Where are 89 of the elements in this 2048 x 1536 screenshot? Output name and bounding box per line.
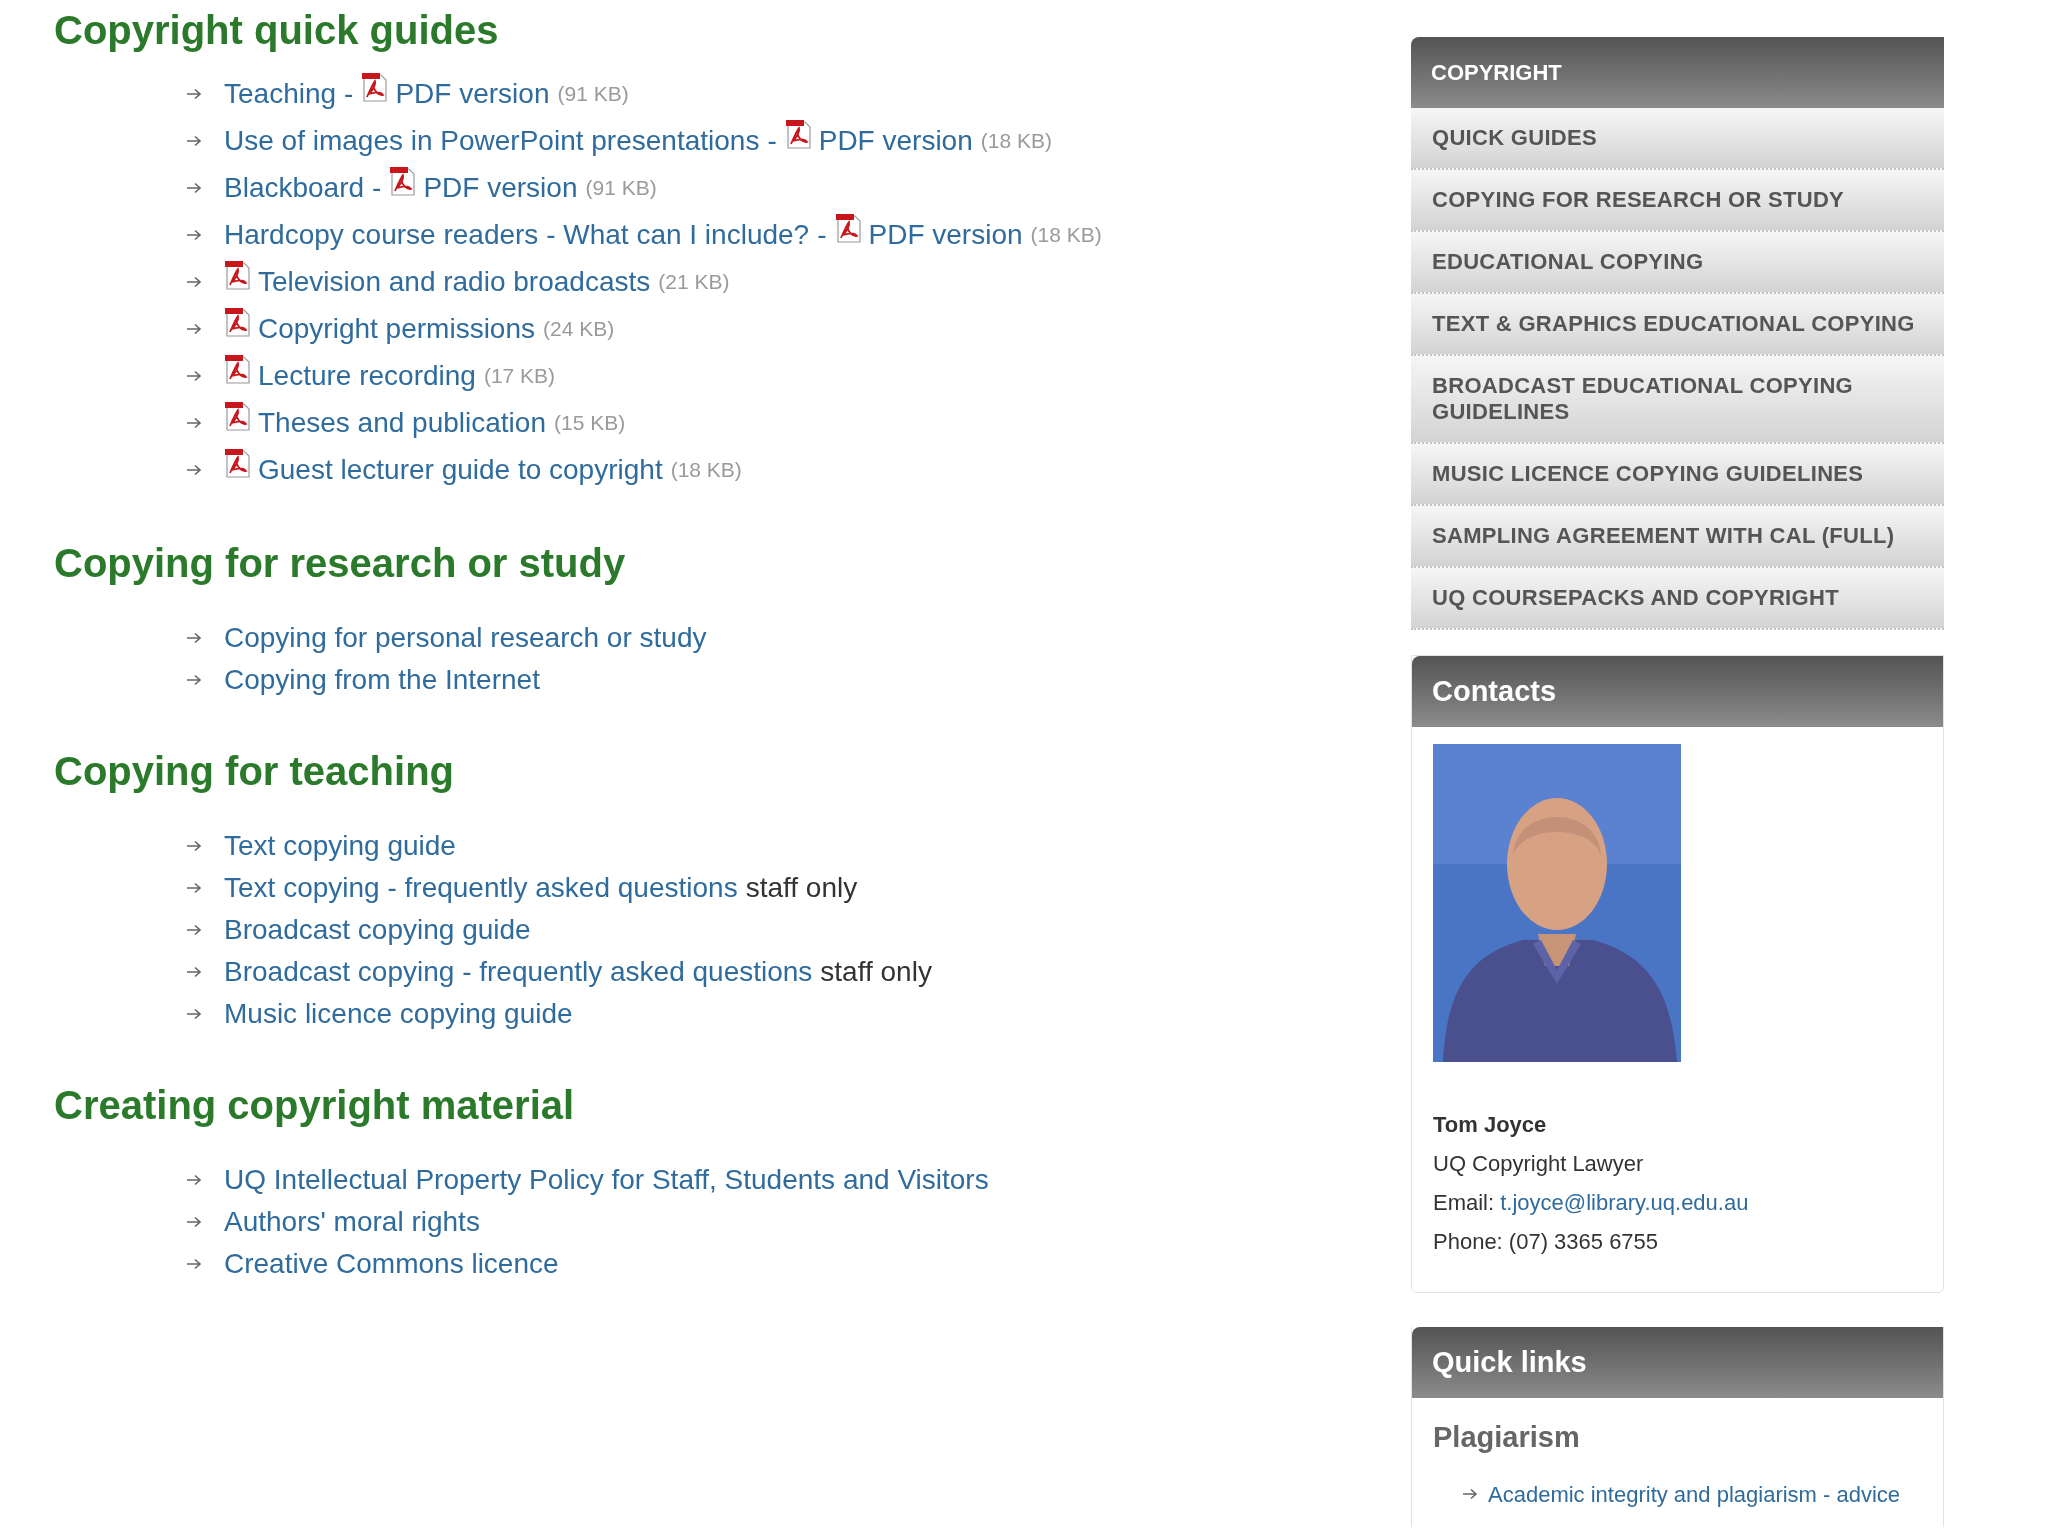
email-line: Email: t.joyce@library.uq.edu.au <box>1433 1189 1750 1217</box>
link[interactable]: PDF version <box>395 72 550 115</box>
link[interactable]: Academic integrity and plagiarism - advice <box>1488 1477 1901 1511</box>
file-size: (18 KB) <box>980 127 1052 154</box>
nav-item[interactable]: COPYING FOR RESEARCH OR STUDY <box>1411 170 1944 232</box>
nav-item[interactable]: SAMPLING AGREEMENT WITH CAL (FULL) <box>1411 506 1944 568</box>
file-size: (17 KB) <box>483 362 556 389</box>
pdf-icon <box>834 213 863 243</box>
arrow-icon <box>186 966 202 978</box>
pdf-icon <box>784 119 813 149</box>
section-heading: Copying for research or study <box>54 540 627 587</box>
pdf-icon <box>224 307 252 337</box>
link[interactable]: Music licence copying guide <box>224 993 573 1035</box>
arrow-icon <box>186 87 202 100</box>
link[interactable]: Guest lecturer guide to copyright <box>258 448 663 491</box>
separator-text: - <box>767 123 777 158</box>
pdf-icon <box>224 354 252 384</box>
section-heading: Copying for teaching <box>54 748 455 795</box>
panel-title: Quick links <box>1412 1327 1943 1398</box>
nav-item[interactable]: UQ COURSEPACKS AND COPYRIGHT <box>1411 568 1944 630</box>
link[interactable]: Blackboard <box>224 166 365 209</box>
link[interactable]: Copying for personal research or study <box>224 617 707 659</box>
link[interactable]: PDF version <box>818 119 973 162</box>
link[interactable]: Copyright permissions <box>258 307 535 350</box>
arrow-icon <box>186 1008 202 1020</box>
email-link[interactable]: t.joyce@library.uq.edu.au <box>1500 1190 1749 1215</box>
arrow-icon <box>186 1216 202 1228</box>
link[interactable]: Lecture recording <box>258 354 476 397</box>
pdf-icon <box>224 401 252 431</box>
link[interactable]: PDF version <box>423 166 578 209</box>
section-heading: Creating copyright material <box>54 1082 576 1129</box>
link[interactable]: Text copying - frequently asked questions <box>224 867 738 909</box>
arrow-icon <box>186 1174 202 1186</box>
nav-item[interactable]: MUSIC LICENCE COPYING GUIDELINES <box>1411 444 1944 506</box>
file-size: (91 KB) <box>585 174 657 201</box>
note-text: staff only <box>820 955 932 989</box>
nav-item[interactable]: BROADCAST EDUCATIONAL COPYING GUIDELINES <box>1411 356 1944 444</box>
arrow-icon <box>186 322 202 335</box>
arrow-icon <box>186 1258 202 1270</box>
pdf-icon <box>361 72 390 102</box>
arrow-icon <box>186 674 202 686</box>
nav-item[interactable]: QUICK GUIDES <box>1411 108 1944 170</box>
link[interactable]: Hardcopy course readers - What can I include? <box>224 213 810 256</box>
file-size: (18 KB) <box>1030 221 1102 248</box>
arrow-icon <box>186 840 202 852</box>
panel-title: Contacts <box>1412 656 1943 727</box>
arrow-icon <box>1462 1488 1478 1500</box>
link[interactable]: Authors' moral rights <box>224 1201 480 1243</box>
file-size: (24 KB) <box>543 315 615 342</box>
file-size: (91 KB) <box>557 80 629 107</box>
pdf-icon <box>224 448 252 478</box>
arrow-icon <box>186 181 202 194</box>
pdf-icon <box>224 260 252 290</box>
file-size: (21 KB) <box>658 268 730 295</box>
file-size: (18 KB) <box>670 456 742 483</box>
link[interactable]: Television and radio broadcasts <box>258 260 651 303</box>
separator-text: - <box>817 217 827 252</box>
arrow-icon <box>186 632 202 644</box>
arrow-icon <box>186 228 202 241</box>
arrow-icon <box>186 275 202 288</box>
pdf-icon <box>389 166 418 196</box>
separator-text: - <box>372 170 382 205</box>
nav-item[interactable]: TEXT & GRAPHICS EDUCATIONAL COPYING <box>1411 294 1944 356</box>
nav-header: COPYRIGHT <box>1411 37 1944 108</box>
link[interactable]: Copying from the Internet <box>224 659 540 701</box>
arrow-icon <box>186 134 202 147</box>
link[interactable]: Text copying guide <box>224 825 456 867</box>
link[interactable]: PDF version <box>868 213 1023 256</box>
link[interactable]: Theses and publication <box>258 401 546 444</box>
note-text: staff only <box>745 871 858 905</box>
link[interactable]: Teaching <box>224 72 337 115</box>
arrow-icon <box>186 369 202 382</box>
arrow-icon <box>186 924 202 936</box>
link[interactable]: UQ Intellectual Property Policy for Staff, Students and Visitors <box>224 1159 989 1201</box>
arrow-icon <box>186 463 202 476</box>
panel-subheading: Plagiarism <box>1432 1420 1581 1455</box>
link[interactable]: Broadcast copying - frequently asked questions <box>224 951 813 993</box>
section-heading: Copyright quick guides <box>54 7 500 54</box>
contact-phone: Phone: (07) 3365 6755 <box>1433 1228 1660 1256</box>
link[interactable]: Use of images in PowerPoint presentations <box>224 119 760 162</box>
arrow-icon <box>186 416 202 429</box>
arrow-icon <box>186 882 202 894</box>
file-size: (15 KB) <box>554 409 626 436</box>
link[interactable]: Broadcast copying guide <box>224 909 531 951</box>
separator-text: - <box>344 76 354 111</box>
link[interactable]: Creative Commons licence <box>224 1243 559 1285</box>
contact-name: Tom Joyce <box>1433 1111 1548 1139</box>
nav-item[interactable]: EDUCATIONAL COPYING <box>1411 232 1944 294</box>
contact-role: UQ Copyright Lawyer <box>1433 1150 1645 1178</box>
